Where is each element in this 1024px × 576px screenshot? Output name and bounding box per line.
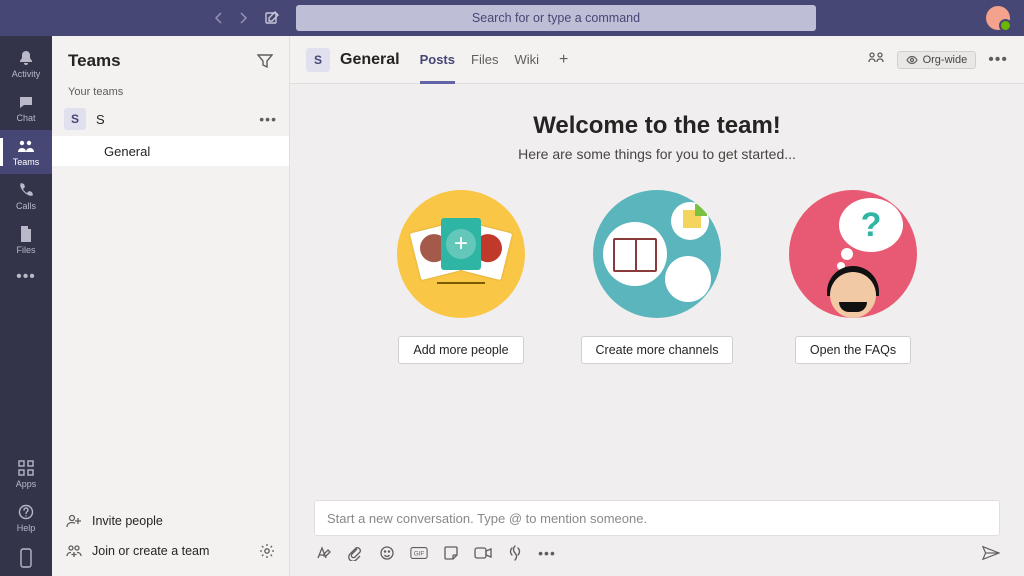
- nav-back-button[interactable]: [210, 9, 228, 27]
- attach-button[interactable]: [346, 544, 364, 562]
- svg-text:GIF: GIF: [414, 551, 425, 558]
- emoji-button[interactable]: [378, 544, 396, 562]
- nav-forward-button[interactable]: [234, 9, 252, 27]
- team-more-button[interactable]: •••: [259, 111, 277, 127]
- scope-label: Org-wide: [923, 54, 968, 66]
- add-more-people-button[interactable]: Add more people: [398, 336, 523, 364]
- channel-row[interactable]: General: [52, 136, 289, 166]
- title-bar: Search for or type a command: [0, 0, 1024, 36]
- format-button[interactable]: [314, 544, 332, 562]
- compose-placeholder: Start a new conversation. Type @ to ment…: [327, 511, 647, 526]
- welcome-card-add-people: Add more people: [381, 190, 541, 364]
- file-icon: [17, 225, 35, 243]
- faqs-illustration: ?: [789, 190, 917, 318]
- filter-button[interactable]: [257, 53, 273, 69]
- scope-badge[interactable]: Org-wide: [897, 51, 977, 69]
- rail-apps[interactable]: Apps: [0, 452, 52, 496]
- search-placeholder: Search for or type a command: [472, 11, 640, 25]
- app-rail: Activity Chat Teams Calls Files •••: [0, 36, 52, 576]
- search-input[interactable]: Search for or type a command: [296, 5, 816, 31]
- rail-label: Apps: [16, 479, 37, 489]
- welcome-subtitle: Here are some things for you to get star…: [310, 146, 1004, 162]
- sticker-button[interactable]: [442, 544, 460, 562]
- invite-icon: [66, 513, 82, 529]
- rail-help[interactable]: Help: [0, 496, 52, 540]
- welcome-card-create-channels: Create more channels: [577, 190, 737, 364]
- invite-label: Invite people: [92, 514, 163, 528]
- compose-more-button[interactable]: •••: [538, 544, 556, 562]
- phone-icon: [17, 181, 35, 199]
- panel-title: Teams: [68, 51, 121, 71]
- tab-posts[interactable]: Posts: [420, 36, 455, 83]
- rail-more-button[interactable]: •••: [16, 268, 36, 286]
- team-row[interactable]: S S •••: [52, 102, 289, 136]
- rail-calls[interactable]: Calls: [0, 174, 52, 218]
- team-tile: S: [64, 108, 86, 130]
- rail-label: Chat: [16, 113, 35, 123]
- chat-icon: [17, 93, 35, 111]
- gif-button[interactable]: GIF: [410, 544, 428, 562]
- send-button[interactable]: [982, 544, 1000, 562]
- new-chat-button[interactable]: [262, 8, 282, 28]
- org-chart-button[interactable]: [867, 51, 885, 69]
- open-faqs-button[interactable]: Open the FAQs: [795, 336, 911, 364]
- rail-activity[interactable]: Activity: [0, 42, 52, 86]
- teams-list-panel: Teams Your teams S S ••• General Invite …: [52, 36, 290, 576]
- create-more-channels-button[interactable]: Create more channels: [581, 336, 734, 364]
- add-tab-button[interactable]: +: [555, 51, 572, 69]
- join-team-icon: [66, 543, 82, 559]
- rail-files[interactable]: Files: [0, 218, 52, 262]
- channel-team-tile: S: [306, 48, 330, 72]
- channel-header: S General Posts Files Wiki + Org-wide ••…: [290, 36, 1024, 84]
- rail-label: Help: [17, 523, 36, 533]
- channel-name: General: [104, 144, 150, 159]
- add-people-illustration: [397, 190, 525, 318]
- rail-device-button[interactable]: [0, 540, 52, 576]
- bell-icon: [17, 49, 35, 67]
- composer: Start a new conversation. Type @ to ment…: [290, 490, 1024, 576]
- profile-avatar[interactable]: [986, 6, 1010, 30]
- apps-icon: [17, 459, 35, 477]
- team-name: S: [96, 112, 249, 127]
- rail-label: Teams: [13, 157, 40, 167]
- compose-input[interactable]: Start a new conversation. Type @ to ment…: [314, 500, 1000, 536]
- welcome-card-faqs: ? Open the FAQs: [773, 190, 933, 364]
- teams-icon: [17, 137, 35, 155]
- tab-files[interactable]: Files: [471, 36, 498, 83]
- invite-people-button[interactable]: Invite people: [66, 506, 275, 536]
- section-label: Your teams: [52, 86, 289, 102]
- eye-icon: [906, 54, 918, 66]
- rail-teams[interactable]: Teams: [0, 130, 52, 174]
- channel-content: Welcome to the team! Here are some thing…: [290, 84, 1024, 490]
- device-icon: [17, 549, 35, 567]
- channel-title: General: [340, 51, 400, 69]
- create-channels-illustration: [593, 190, 721, 318]
- channel-more-button[interactable]: •••: [988, 51, 1008, 69]
- rail-chat[interactable]: Chat: [0, 86, 52, 130]
- rail-label: Activity: [12, 69, 41, 79]
- meet-now-button[interactable]: [474, 544, 492, 562]
- rail-label: Calls: [16, 201, 36, 211]
- welcome-title: Welcome to the team!: [310, 112, 1004, 140]
- channel-main: S General Posts Files Wiki + Org-wide ••…: [290, 36, 1024, 576]
- help-icon: [17, 503, 35, 521]
- join-label: Join or create a team: [92, 544, 209, 558]
- rail-label: Files: [16, 245, 35, 255]
- join-create-team-button[interactable]: Join or create a team: [66, 536, 275, 566]
- manage-teams-button[interactable]: [259, 543, 275, 559]
- tab-wiki[interactable]: Wiki: [514, 36, 539, 83]
- stream-button[interactable]: [506, 544, 524, 562]
